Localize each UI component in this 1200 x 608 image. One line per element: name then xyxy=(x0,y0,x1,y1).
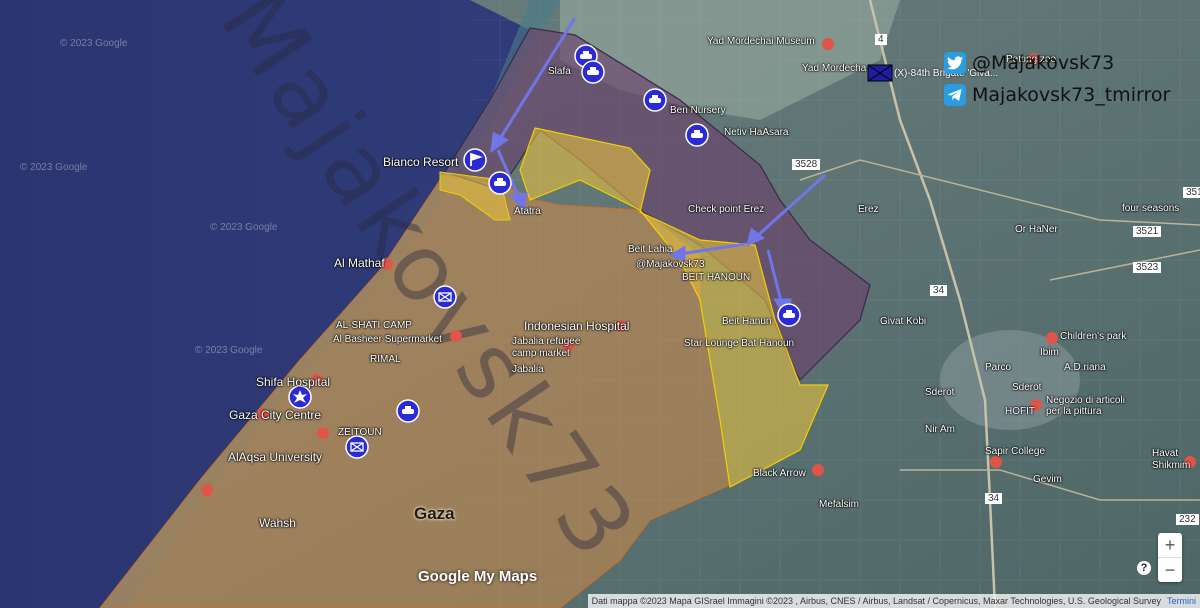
place-label: Shikmim xyxy=(1152,460,1191,471)
road-shield: 34 xyxy=(930,285,948,296)
telegram-icon xyxy=(944,84,966,106)
twitter-brand[interactable]: @Majakovsk73 xyxy=(944,52,1114,74)
place-label: Children's park xyxy=(1060,331,1127,342)
road-shield: 232 xyxy=(1176,514,1199,525)
tank-marker xyxy=(685,123,709,147)
place-label: Mefalsim xyxy=(819,499,860,510)
place-label: Ibim xyxy=(1040,347,1059,358)
place-label: per la pittura xyxy=(1046,406,1102,417)
copyright-mark: © 2023 Google xyxy=(20,162,88,173)
place-label: Gaza City Centre xyxy=(229,408,322,422)
road-shield: 3521 xyxy=(1133,226,1162,237)
place-label: AlAqsa University xyxy=(228,450,323,464)
zoom-control: + − xyxy=(1158,533,1182,582)
pin-black-arrow xyxy=(812,464,824,476)
place-label: Beit Hanun xyxy=(722,316,772,327)
brigade-symbol xyxy=(867,64,893,82)
place-label: Atatra xyxy=(514,206,541,217)
pin-zeitoun xyxy=(317,427,329,439)
road-shield: 3523 xyxy=(1133,262,1162,273)
place-label: Sderot xyxy=(925,387,955,398)
place-label: Jabalia xyxy=(512,364,544,375)
attribution-text: Dati mappa ©2023 Mapa GISrael Immagini ©… xyxy=(591,596,1161,606)
map-canvas[interactable]: Majakovsk73 © 2023 Google © 2023 Google … xyxy=(0,0,1200,608)
place-label: Parco xyxy=(985,362,1012,373)
place-label: A.D.riana xyxy=(1064,362,1106,373)
place-label: Al Mathaf xyxy=(334,256,385,270)
place-label: BEIT HANOUN xyxy=(682,272,751,283)
copyright-mark: © 2023 Google xyxy=(195,345,263,356)
place-label: Slafa xyxy=(548,66,571,77)
map-tag: @Majakovsk73 xyxy=(636,259,705,270)
tank-marker xyxy=(777,303,801,327)
explosion-marker xyxy=(288,385,312,409)
place-label: AL-SHATI CAMP xyxy=(336,320,412,331)
infantry-marker xyxy=(433,285,457,309)
help-button[interactable]: ? xyxy=(1137,561,1151,575)
place-label: Nir Am xyxy=(925,424,955,435)
place-label: Wahsh xyxy=(259,516,296,530)
infantry-marker xyxy=(345,435,369,459)
place-label: Shifa Hospital xyxy=(256,375,331,389)
pin-park xyxy=(1046,332,1058,344)
place-label-gaza: Gaza xyxy=(414,504,455,523)
place-label: Sderot xyxy=(1012,382,1042,393)
place-label: ZEITOUN xyxy=(338,427,382,438)
tank-marker xyxy=(581,60,605,84)
place-label: Beit Lahia xyxy=(628,244,673,255)
road-shield: 34 xyxy=(985,493,1003,504)
google-my-maps-logo: Google My Maps xyxy=(418,568,538,585)
pin-museum xyxy=(822,38,834,50)
tank-marker xyxy=(396,399,420,423)
twitter-icon xyxy=(944,52,966,74)
place-label: Bianco Resort xyxy=(383,155,459,169)
place-label: Ben Nursery xyxy=(670,105,726,116)
zoom-out-button[interactable]: − xyxy=(1158,557,1182,582)
zoom-in-button[interactable]: + xyxy=(1158,533,1182,557)
place-label: four seasons xyxy=(1122,203,1180,214)
tank-marker xyxy=(643,88,667,112)
pin-aqsa xyxy=(201,484,213,496)
place-label: Al Basheer Supermarket xyxy=(333,334,442,345)
terms-link[interactable]: Termini xyxy=(1167,596,1196,606)
place-label: Negozio di articoli xyxy=(1046,395,1125,406)
pin-sapir xyxy=(990,456,1002,468)
place-label: Black Arrow xyxy=(753,468,806,479)
place-label: Yad Mordechai Museum xyxy=(707,36,815,47)
place-label: Sapir College xyxy=(985,446,1046,457)
place-label: camp market xyxy=(512,348,570,359)
place-label: HOFIT xyxy=(1005,406,1035,417)
tank-marker xyxy=(488,171,512,195)
place-label: Or HaNer xyxy=(1015,224,1058,235)
copyright-mark: © 2023 Google xyxy=(210,222,278,233)
hq-flag-marker xyxy=(463,148,487,172)
road-shield: 3528 xyxy=(792,159,821,170)
place-label: Netiv HaAsara xyxy=(724,127,789,138)
place-label: Star Lounge Bat Hanoun xyxy=(684,338,795,349)
place-label: Jabalia refugee xyxy=(512,336,581,347)
road-shield: 4 xyxy=(875,34,887,45)
attribution-bar: Dati mappa ©2023 Mapa GISrael Immagini ©… xyxy=(587,594,1200,608)
road-shield: 3512 xyxy=(1183,187,1200,198)
place-label: Yad Mordecha xyxy=(802,63,867,74)
place-label: Indonesian Hospital xyxy=(524,319,630,333)
copyright-mark: © 2023 Google xyxy=(60,38,128,49)
twitter-handle: @Majakovsk73 xyxy=(972,52,1115,74)
place-label: Erez xyxy=(858,204,879,215)
place-label: Givat Kobi xyxy=(880,316,927,327)
telegram-brand[interactable]: Majakovsk73_tmirror xyxy=(944,84,1170,106)
place-label: Gevim xyxy=(1033,474,1062,485)
place-label: Havat xyxy=(1152,448,1179,459)
place-label: Check point Erez xyxy=(688,204,765,215)
place-label: RIMAL xyxy=(370,354,401,365)
telegram-handle: Majakovsk73_tmirror xyxy=(972,84,1171,106)
pin-basheer xyxy=(450,330,462,342)
